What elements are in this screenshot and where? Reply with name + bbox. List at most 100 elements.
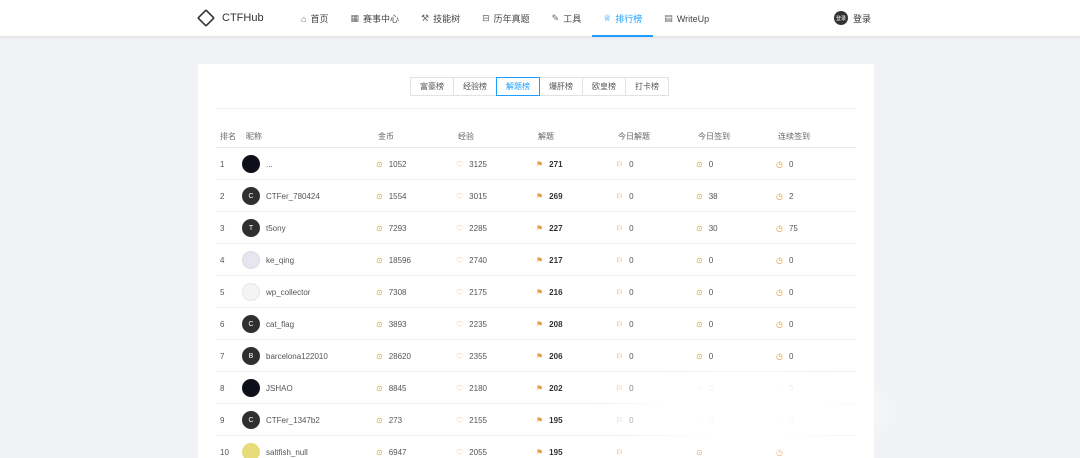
avatar[interactable] <box>242 283 260 301</box>
table-row[interactable]: 3 Tt5ony ⊙ 7293 ♡ 2285 ⚑ 227 ⚐ 0 ⊙ 30 ◷ 75 <box>216 212 856 244</box>
user-cell[interactable]: ... <box>242 148 273 180</box>
nav-item-6[interactable]: ♕ 排行榜 <box>592 0 654 37</box>
brand-name: CTFHub <box>222 12 264 24</box>
nav-item-5[interactable]: ✎ 工具 <box>541 0 593 37</box>
tab-2[interactable]: 经验榜 <box>453 77 497 96</box>
today-value: 0 <box>629 383 634 393</box>
avatar[interactable]: T <box>242 219 260 237</box>
tab-3[interactable]: 解题榜 <box>496 77 540 96</box>
username[interactable]: wp_collector <box>266 288 310 297</box>
table-row[interactable]: 8 JSHAO ⊙ 8845 ♡ 2180 ⚑ 202 ⚐ 0 ⊙ 0 ◷ 0 <box>216 372 856 404</box>
nav-item-1[interactable]: ⌂ 首页 <box>290 0 339 37</box>
experience-icon: ♡ <box>456 383 464 393</box>
nav-item-4[interactable]: ⊟ 历年真题 <box>471 0 541 37</box>
cont-cell: ◷ <box>776 436 789 458</box>
table-row[interactable]: 1... ⊙ 1052 ♡ 3125 ⚑ 271 ⚐ 0 ⊙ 0 ◷ 0 <box>216 148 856 180</box>
table-row[interactable]: 5 wp_collector ⊙ 7308 ♡ 2175 ⚑ 216 ⚐ 0 ⊙ 0 ◷ 0 <box>216 276 856 308</box>
avatar[interactable]: C <box>242 187 260 205</box>
experience-icon: ♡ <box>456 287 464 297</box>
column-header: 昵称 <box>246 132 262 141</box>
tab-6[interactable]: 打卡榜 <box>625 77 669 96</box>
table-row[interactable]: 4 ke_qing ⊙ 18596 ♡ 2740 ⚑ 217 ⚐ 0 ⊙ 0 ◷ 0 <box>216 244 856 276</box>
coin-icon: ⊙ <box>696 223 703 233</box>
clock-icon: ◷ <box>776 319 783 329</box>
user-cell[interactable]: C CTFer_780424 <box>242 180 320 212</box>
username[interactable]: ... <box>266 160 273 169</box>
exp-cell: ♡ 2285 <box>456 212 487 244</box>
coin-value: 1052 <box>388 159 407 169</box>
coin-icon: ⊙ <box>376 351 383 361</box>
username[interactable]: ke_qing <box>266 256 294 265</box>
user-cell[interactable]: C CTFer_1347b2 <box>242 404 320 436</box>
brand-logo[interactable]: CTFHub <box>196 8 264 28</box>
username[interactable]: JSHAO <box>266 384 293 393</box>
tab-5[interactable]: 欧皇榜 <box>582 77 626 96</box>
solve-cell: ⚑ 195 <box>536 404 563 436</box>
rank-cell: 1 <box>220 159 225 169</box>
exp-value: 2355 <box>469 351 487 361</box>
today-value: 0 <box>629 255 634 265</box>
flag-outline-icon: ⚐ <box>616 319 624 329</box>
username[interactable]: saltfish_null <box>266 448 308 457</box>
leaderboard-tabs: 富豪榜 经验榜 解题榜 爆肝榜 欧皇榜 打卡榜 <box>410 77 669 96</box>
username[interactable]: CTFer_1347b2 <box>266 416 320 425</box>
username[interactable]: barcelona122010 <box>266 352 328 361</box>
user-cell[interactable]: Bbarcelona122010 <box>242 340 328 372</box>
avatar[interactable] <box>242 379 260 397</box>
avatar[interactable] <box>242 251 260 269</box>
tab-4[interactable]: 爆肝榜 <box>539 77 583 96</box>
user-cell[interactable]: saltfish_null <box>242 436 308 458</box>
sign-value: 0 <box>708 287 714 297</box>
sign-cell: ⊙ <box>696 436 709 458</box>
tab-1[interactable]: 富豪榜 <box>410 77 454 96</box>
user-cell[interactable]: Tt5ony <box>242 212 286 244</box>
user-cell[interactable]: Ccat_flag <box>242 308 294 340</box>
login-button[interactable]: 登录 登录 <box>834 11 871 25</box>
avatar[interactable]: B <box>242 347 260 365</box>
coin-cell: ⊙ 18596 <box>376 244 411 276</box>
today-cell: ⚐ 0 <box>616 372 634 404</box>
avatar[interactable] <box>242 155 260 173</box>
table-row[interactable]: 10 saltfish_null ⊙ 6947 ♡ 2055 ⚑ 195 ⚐ ⊙ ◷ <box>216 436 856 458</box>
today-cell: ⚐ <box>616 436 629 458</box>
user-cell[interactable]: ke_qing <box>242 244 294 276</box>
table-row[interactable]: 6 Ccat_flag ⊙ 3893 ♡ 2235 ⚑ 208 ⚐ 0 ⊙ 0 ◷ 0 <box>216 308 856 340</box>
username[interactable]: CTFer_780424 <box>266 192 320 201</box>
column-header: 解题 <box>538 132 554 141</box>
cont-cell: ◷ 0 <box>776 276 793 308</box>
user-cell[interactable]: JSHAO <box>242 372 293 404</box>
sign-cell: ⊙ 0 <box>696 404 713 436</box>
cont-cell: ◷ 0 <box>776 404 793 436</box>
nav-item-2[interactable]: ▦ 赛事中心 <box>339 0 410 37</box>
exp-cell: ♡ 2180 <box>456 372 487 404</box>
skill-icon: ⚒ <box>420 13 430 23</box>
nav-item-3[interactable]: ⚒ 技能树 <box>410 0 471 37</box>
username[interactable]: cat_flag <box>266 320 294 329</box>
coin-value: 6947 <box>388 447 407 457</box>
table-row[interactable]: 9 C CTFer_1347b2 ⊙ 273 ♡ 2155 ⚑ 195 ⚐ 0 ⊙ 0 ◷ 0 <box>216 404 856 436</box>
clock-icon: ◷ <box>776 255 783 265</box>
user-cell[interactable]: wp_collector <box>242 276 310 308</box>
coin-value: 3893 <box>388 319 407 329</box>
clock-icon: ◷ <box>776 223 783 233</box>
flag-icon: ⚑ <box>536 191 544 201</box>
flag-icon: ⚑ <box>536 287 544 297</box>
rank-cell: 4 <box>220 255 225 265</box>
cont-cell: ◷ 0 <box>776 340 793 372</box>
sign-cell: ⊙ 38 <box>696 180 718 212</box>
table-row[interactable]: 2 C CTFer_780424 ⊙ 1554 ♡ 3015 ⚑ 269 ⚐ 0 ⊙ 38 ◷ 2 <box>216 180 856 212</box>
avatar[interactable]: C <box>242 315 260 333</box>
avatar[interactable] <box>242 443 260 458</box>
home-icon: ⌂ <box>301 13 307 24</box>
coin-icon: ⊙ <box>696 447 703 457</box>
exp-value: 2180 <box>469 383 487 393</box>
table-row[interactable]: 7 Bbarcelona122010 ⊙ 28620 ♡ 2355 ⚑ 206 ⚐ 0 ⊙ 0 ◷ 0 <box>216 340 856 372</box>
sign-value: 0 <box>708 383 714 393</box>
sign-cell: ⊙ 30 <box>696 212 718 244</box>
avatar[interactable]: C <box>242 411 260 429</box>
nav-item-7[interactable]: ▤ WriteUp <box>653 0 720 37</box>
coin-cell: ⊙ 7308 <box>376 276 407 308</box>
username[interactable]: t5ony <box>266 224 286 233</box>
nav-item-label: 技能树 <box>433 14 461 24</box>
leaderboard-card: 富豪榜 经验榜 解题榜 爆肝榜 欧皇榜 打卡榜 排名 昵称 金币 经验 解题 今日解题 今日签到 连续签… <box>198 64 874 458</box>
